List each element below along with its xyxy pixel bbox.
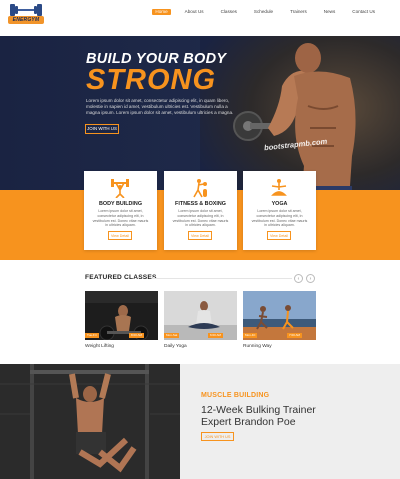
yoga-icon <box>271 179 287 196</box>
class-card-weight-lifting[interactable]: Tue-Fri 8:00 AM <box>85 291 158 340</box>
class-days: Mon-Fri <box>243 333 258 338</box>
nav-contact[interactable]: Contact Us <box>349 9 378 15</box>
service-text: Lorem ipsum dolor sit amet, consectetur … <box>251 209 308 228</box>
class-name[interactable]: Weight Lifting <box>85 344 114 349</box>
nav-home[interactable]: Home <box>152 9 171 15</box>
promo-title-line2: Expert Brandon Poe <box>201 416 296 428</box>
service-title: YOGA <box>271 201 288 207</box>
featured-classes-section: FEATURED CLASSES ‹ › Tue-Fri 8:00 AM Mon… <box>0 260 400 364</box>
hero-title: STRONG <box>86 64 217 96</box>
promo-title-line1: 12-Week Bulking Trainer <box>201 404 316 416</box>
hero-join-button[interactable]: JOIN WITH US <box>85 124 119 134</box>
service-text: Lorem ipsum dolor sit amet, consectetur … <box>172 209 229 228</box>
service-card-fitness-boxing: FITNESS & BOXING Lorem ipsum dolor sit a… <box>164 171 237 250</box>
site-header: ENERGYM Home About Us Classes Schedule T… <box>0 0 400 30</box>
site-logo[interactable]: ENERGYM <box>8 3 44 25</box>
class-name[interactable]: Daily Yoga <box>164 344 187 349</box>
chevron-left-icon[interactable]: ‹ <box>294 274 303 283</box>
class-card-daily-yoga[interactable]: Mon-Sat 6:00 AM <box>164 291 237 340</box>
heading-divider <box>152 278 292 279</box>
service-title: FITNESS & BOXING <box>175 201 226 207</box>
class-time: 7:00 AM <box>287 333 303 338</box>
promo-join-button[interactable]: JOIN WITH US <box>201 432 234 441</box>
class-card-running-way[interactable]: Mon-Fri 7:00 AM <box>243 291 316 340</box>
nav-news[interactable]: News <box>321 9 339 15</box>
featured-heading: FEATURED CLASSES <box>85 274 157 281</box>
class-days: Tue-Fri <box>85 333 99 338</box>
service-card-yoga: YOGA Lorem ipsum dolor sit amet, consect… <box>243 171 316 250</box>
service-card-body-building: BODY BUILDING Lorem ipsum dolor sit amet… <box>84 171 157 250</box>
promo-label: MUSCLE BUILDING <box>201 392 270 399</box>
nav-about[interactable]: About Us <box>182 9 207 15</box>
class-days: Mon-Sat <box>164 333 180 338</box>
hero-text: Lorem ipsum dolor sit amet, consectetur … <box>86 98 234 115</box>
view-detail-button[interactable]: View Detail <box>108 231 132 240</box>
service-text: Lorem ipsum dolor sit amet, consectetur … <box>92 209 149 228</box>
view-detail-button[interactable]: View Detail <box>188 231 212 240</box>
view-detail-button[interactable]: View Detail <box>267 231 291 240</box>
service-title: BODY BUILDING <box>98 201 143 207</box>
class-time: 8:00 AM <box>129 333 145 338</box>
nav-trainers[interactable]: Trainers <box>287 9 310 15</box>
weightlifter-icon <box>111 179 129 198</box>
services-cards: BODY BUILDING Lorem ipsum dolor sit amet… <box>84 171 316 250</box>
muscle-building-promo: MUSCLE BUILDING 12-Week Bulking Trainer … <box>0 364 400 479</box>
boxing-icon <box>193 179 207 198</box>
logo-wordmark: ENERGYM <box>8 16 44 24</box>
nav-classes[interactable]: Classes <box>218 9 240 15</box>
trainer-image <box>0 364 180 479</box>
class-name[interactable]: Running Way <box>243 344 272 349</box>
class-time: 6:00 AM <box>208 333 224 338</box>
dumbbell-icon <box>10 4 42 16</box>
chevron-right-icon[interactable]: › <box>306 274 315 283</box>
nav-schedule[interactable]: Schedule <box>251 9 276 15</box>
main-nav: Home About Us Classes Schedule Trainers … <box>152 9 378 15</box>
